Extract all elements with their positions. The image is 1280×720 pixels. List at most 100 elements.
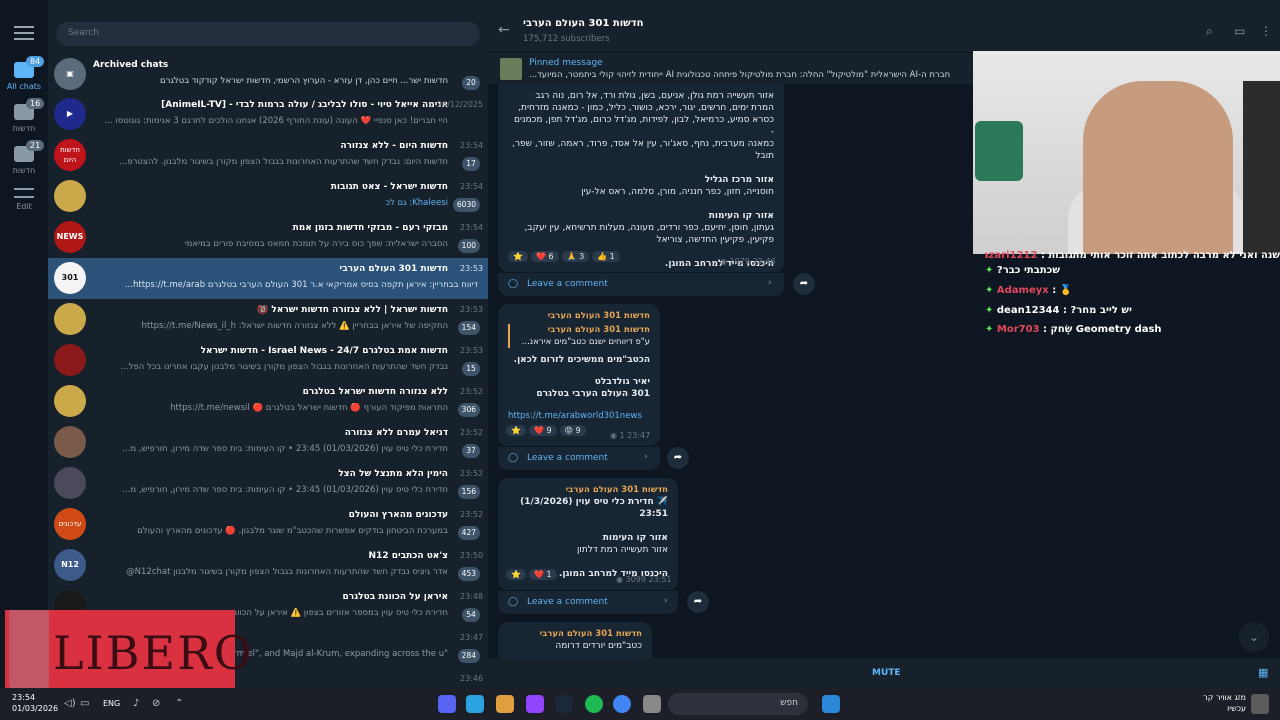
mute-button[interactable]: MUTE [872,668,901,678]
weather-icon[interactable] [1251,694,1269,714]
microphone-icon[interactable]: ♪ [133,698,139,709]
pinned-text: חברת ה-AI הישראלית "מולטיקול" החלה: חברת… [529,70,951,80]
pinned-label: Pinned message [529,58,603,68]
gift-icon[interactable]: ▦ [1258,666,1268,679]
more-options-icon[interactable]: ⋮ [1260,24,1272,38]
back-arrow-icon[interactable]: ← [498,22,510,38]
chat-item[interactable]: חדשות ישראל - צאט תגובות 23:54 Khaleesi:… [48,176,488,217]
channel-link[interactable]: https://t.me/arabworld301news [508,410,650,422]
reactions[interactable]: ⭐ ❤️ 6 🙏 3 👍 1 [508,251,623,262]
chat-preview: חדירת כלי טיס עוין (01/03/2026) 23:45 • … [122,444,448,454]
twitch-icon[interactable] [526,695,544,713]
reaction[interactable]: ⭐ [506,569,526,580]
network-icon[interactable]: ▭ [80,698,89,709]
spotify-icon[interactable] [585,695,603,713]
comment-bar[interactable]: ◯ Leave a comment › [498,446,660,470]
language-indicator[interactable]: ENG [103,699,120,708]
section-title: אזור קו העימות [708,211,774,221]
volume-icon[interactable]: ◁) [64,698,76,709]
steam-icon[interactable] [555,695,573,713]
unread-badge: 6030 [452,198,480,212]
reaction[interactable]: 🙏 3 [561,251,590,262]
chat-time: 23:52 [460,387,484,396]
folder-sidebar: 84 All chats 16 חדשות 21 חדשות Edit [0,0,48,688]
app-icon[interactable] [496,695,514,713]
wifi-off-icon[interactable]: ⊘ [152,698,160,709]
file-explorer-icon[interactable] [643,695,661,713]
share-button[interactable]: ➦ [667,447,689,469]
chrome-icon[interactable] [613,695,631,713]
reactions[interactable]: ⭐ ❤️ 1 [506,569,560,580]
reactions[interactable]: ⭐ ❤️ 9 😡 9 [506,425,589,436]
sponsor-brand: LIBERO [53,626,254,680]
sponsor-overlay: LIBERO [5,610,251,688]
reaction[interactable]: ⭐ [508,251,528,262]
reaction[interactable]: 😡 9 [559,425,586,436]
badge-icon: ✦ [985,324,994,335]
signature: 301 העולם הערבי בטלגרם [536,389,650,399]
chat-item[interactable]: ללא צנזורה חדשות ישראל בטלגרם 23:52 התרא… [48,381,488,422]
reaction[interactable]: ❤️ 9 [528,425,557,436]
comment-bar[interactable]: ◯ Leave a comment › [498,272,784,296]
taskbar-search[interactable]: חפש [668,693,808,715]
view-count: 1 [619,431,625,440]
chat-item[interactable]: חדשות ישראל | ללא צנזורה חדשות ישראל 🔞 2… [48,299,488,340]
search-input[interactable]: Search [56,22,480,46]
windows-start-icon[interactable] [822,695,840,713]
chevron-right-icon: › [664,596,668,606]
quote-text: ע"פ דיווחים ישנם כטב"מים איראנ... [521,337,650,347]
folder-all-chats[interactable]: 84 All chats [0,56,48,91]
folder-news-2[interactable]: 21 חדשות [0,140,48,175]
leave-comment-link[interactable]: Leave a comment [527,453,608,463]
chevron-right-icon: › [768,278,772,288]
share-button[interactable]: ➦ [793,273,815,295]
clock[interactable]: 23:54 01/03/2026 [12,692,58,714]
share-button[interactable]: ➦ [687,591,709,613]
telegram-icon[interactable] [466,695,484,713]
scroll-down-button[interactable]: ⌄ [1239,622,1269,652]
comment-bar[interactable]: ◯ Leave a comment › [498,590,678,614]
badge-icon: ✦ [985,265,994,276]
stream-chat-line: ✦ dean12344 : ?יש לייב מחר [985,305,1280,316]
folder-news-1[interactable]: 16 חדשות [0,98,48,133]
weather-widget[interactable]: מזג אוויר קר עכשיו [1200,692,1246,714]
chevron-up-icon[interactable]: ⌃ [175,698,183,709]
chat-time: 23:50 [460,551,484,560]
discord-icon[interactable] [438,695,456,713]
telegram-window: 84 All chats 16 חדשות 21 חדשות Edit Sear… [0,0,1280,688]
chat-time: 23:53 [460,264,484,273]
chat-title: דניאל עמרם ללא צנזורה [344,428,448,438]
chat-item[interactable]: חדשות היום חדשות היום - ללא צנזורה 23:54… [48,135,488,176]
webcam-overlay [973,51,1280,254]
search-icon[interactable]: ⌕ [1206,24,1213,39]
sidebar-toggle-icon[interactable]: ▭ [1234,24,1245,38]
reaction[interactable]: ❤️ 1 [528,569,557,580]
folder-edit[interactable]: Edit [0,188,48,211]
unread-badge: 54 [462,608,480,622]
archived-chats[interactable]: ▣ Archived chats חדשות ישר... חיים כהן, … [48,54,488,94]
chat-item[interactable]: הימין הלא מתנצל של הצל 23:52 חדירת כלי ט… [48,463,488,504]
leave-comment-link[interactable]: Leave a comment [527,279,608,289]
reply-quote[interactable]: חדשות 301 העולם הערבי ע"פ דיווחים ישנם כ… [508,324,650,348]
leave-comment-link[interactable]: Leave a comment [527,597,608,607]
stream-chat-user: Mor703 [996,324,1040,335]
chat-item[interactable]: חדשות אמת בטלגרם 24/7 - Israel News - חד… [48,340,488,381]
stream-chat-line: ✦ Adameyx : 🥇 [985,285,1280,296]
reaction[interactable]: ⭐ [506,425,526,436]
chat-item-active[interactable]: 301 חדשות 301 העולם הערבי 23:53 דיווח בב… [48,258,488,299]
message-line: כסרא סמיע, כרמיאל, לבון, לפידות, מג'דל כ… [513,115,774,137]
chat-item[interactable]: עדכונים עדכונים מהארץ והעולם 23:52 במערכ… [48,504,488,545]
chat-preview: הסברה ישראלית: שפך כוס בירה על תומכת חמא… [184,239,448,249]
reaction[interactable]: ❤️ 6 [530,251,559,262]
menu-icon[interactable] [14,26,34,40]
chat-item[interactable]: NEWS מבזקי רעם - מבזקי חדשות בזמן אמת 23… [48,217,488,258]
chat-item[interactable]: דניאל עמרם ללא צנזורה 23:52 חדירת כלי טי… [48,422,488,463]
reaction[interactable]: 👍 1 [592,251,620,262]
chat-item[interactable]: N12 צ'אט הכתבים N12 23:50 אדר גיציס נבדק… [48,545,488,586]
chat-item[interactable]: ▶ אנימה אייאל טיוי - סולו לבליבג / עולה … [48,94,488,135]
channel-title[interactable]: חדשות 301 העולם הערבי [523,18,644,29]
eye-icon: ◉ [610,431,617,440]
weather-text: מזג אוויר קר [1203,693,1246,702]
chat-time: 23:53 [460,346,484,355]
chat-title: חדשות ישראל - צאט תגובות [330,182,448,192]
